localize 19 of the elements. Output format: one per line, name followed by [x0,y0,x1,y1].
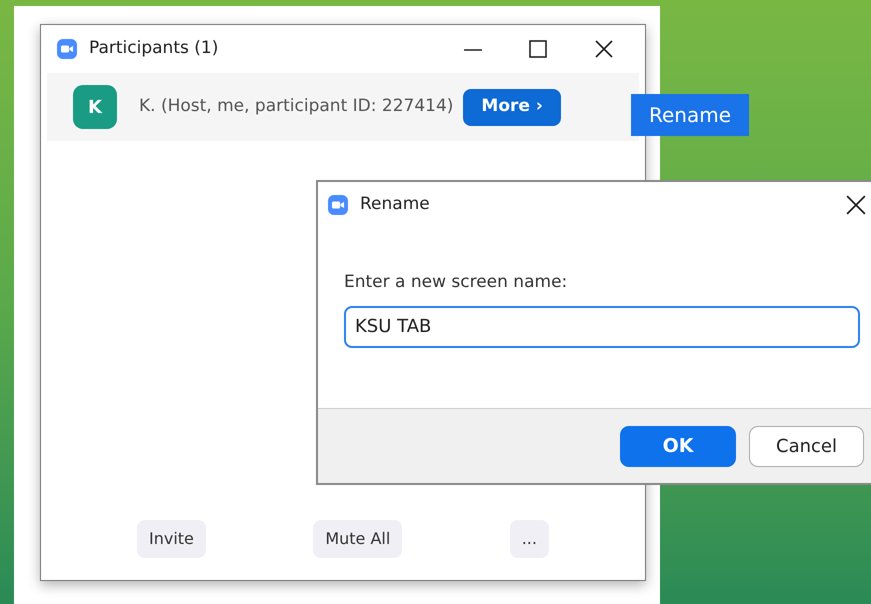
cancel-button[interactable]: Cancel [749,426,864,466]
avatar: K [73,85,117,129]
close-icon[interactable] [846,195,866,215]
footer-button[interactable]: Invite [137,520,206,558]
ok-button[interactable]: OK [620,426,736,466]
camera-icon [328,195,348,215]
maximize-icon[interactable] [529,40,547,58]
close-icon[interactable] [595,40,613,58]
participant-row[interactable]: K K. (Host, me, participant ID: 227414) More › [47,73,639,141]
name-input[interactable]: KSU TAB [344,306,860,348]
camera-icon [57,39,77,59]
more-button[interactable]: More › [463,88,561,126]
footer-button[interactable]: ... [510,520,549,558]
footer-button[interactable]: Mute All [313,520,402,558]
dialog-title: Rename [360,193,430,216]
prompt-label: Enter a new screen name: [344,271,568,294]
window-title: Participants (1) [89,37,218,60]
participant-name: K. (Host, me, participant ID: 227414) [139,95,454,118]
rename-tooltip[interactable]: Rename [631,94,749,136]
